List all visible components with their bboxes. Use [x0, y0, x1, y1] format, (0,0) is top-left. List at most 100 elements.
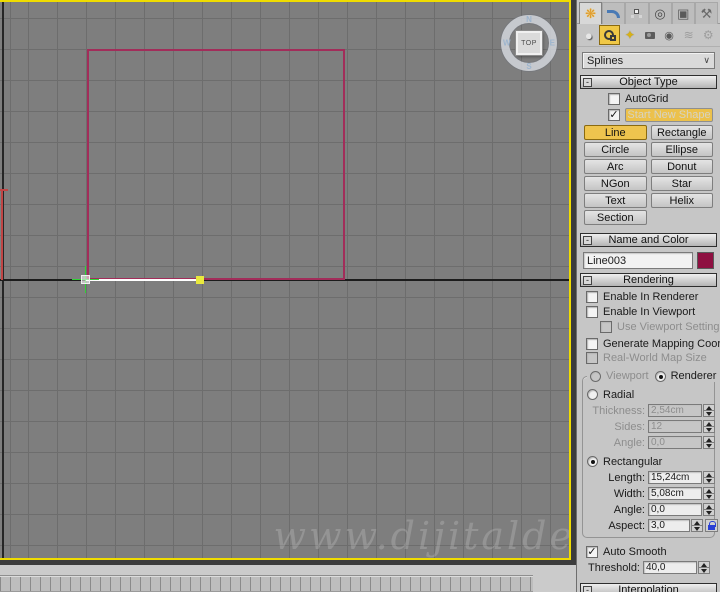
radial-label: Radial — [603, 388, 635, 401]
mode-radios: Viewport Renderer — [587, 370, 720, 382]
aspect-field[interactable]: 3,0 — [648, 519, 690, 532]
thickness-spinner[interactable] — [703, 404, 715, 417]
top-viewport[interactable]: N S W E TOP www.dijitalde — [0, 0, 571, 560]
start-new-shape-button[interactable]: Start New Shape — [625, 108, 713, 122]
viewport-radio[interactable]: Viewport — [587, 370, 652, 382]
rect-angle-field[interactable]: 0,0 — [648, 503, 702, 516]
use-viewport-settings-checkbox[interactable] — [600, 320, 612, 333]
compass-west[interactable]: W — [503, 39, 511, 48]
collapse-icon[interactable]: - — [583, 236, 592, 245]
track-bar[interactable] — [0, 575, 533, 592]
length-spinner[interactable] — [703, 471, 715, 484]
command-panel: ❋ ◎ ▣ ⚒ ● ✦ ◉ ≋ ⚙ Splines ∨ - Object Typ… — [576, 0, 720, 592]
rect-angle-spinner[interactable] — [703, 503, 715, 516]
width-spinner[interactable] — [703, 487, 715, 500]
object-name-field[interactable]: Line003 — [583, 252, 693, 269]
object-color-swatch[interactable] — [697, 252, 714, 269]
tab-modify[interactable] — [602, 2, 626, 24]
viewcube-top-face[interactable]: TOP — [515, 30, 543, 56]
renderer-radio-icon[interactable] — [654, 370, 666, 382]
width-field[interactable]: 5,08cm — [648, 487, 702, 500]
category-space-warps[interactable]: ≋ — [679, 25, 699, 45]
autogrid-checkbox[interactable] — [608, 92, 620, 105]
sides-spinner[interactable] — [703, 420, 715, 433]
circle-button[interactable]: Circle — [582, 142, 649, 157]
compass-north[interactable]: N — [526, 15, 532, 24]
width-row: Width: 5,08cm — [585, 487, 715, 500]
threshold-spinner[interactable] — [698, 561, 710, 574]
collapse-icon[interactable]: - — [583, 78, 592, 87]
object-type-rollout: - Object Type AutoGrid ✓ Start New Shape… — [580, 75, 717, 231]
name-color-title: Name and Color — [608, 234, 689, 246]
ngon-button[interactable]: NGon — [582, 176, 649, 191]
category-lights[interactable]: ✦ — [620, 25, 640, 45]
category-systems[interactable]: ⚙ — [698, 25, 718, 45]
category-helpers[interactable]: ◉ — [659, 25, 679, 45]
arc-button[interactable]: Arc — [582, 159, 649, 174]
generate-mapping-coords-checkbox[interactable] — [586, 337, 598, 350]
tab-utilities[interactable]: ⚒ — [694, 2, 719, 24]
text-button[interactable]: Text — [582, 193, 649, 208]
helix-button[interactable]: Helix — [649, 193, 716, 208]
rectangle-spline[interactable] — [87, 49, 345, 280]
enable-in-renderer-label: Enable In Renderer — [603, 290, 699, 303]
viewcube-compass[interactable]: N S W E TOP — [501, 15, 557, 71]
radial-angle-label: Angle: — [613, 436, 645, 449]
name-color-header[interactable]: - Name and Color — [580, 233, 717, 247]
subcategory-dropdown[interactable]: Splines ∨ — [582, 52, 715, 69]
category-shapes[interactable] — [598, 25, 621, 45]
interpolation-title: Interpolation — [618, 584, 679, 592]
object-type-header[interactable]: - Object Type — [580, 75, 717, 89]
compass-east[interactable]: E — [550, 39, 555, 48]
collapse-icon[interactable]: - — [583, 586, 592, 592]
sides-field[interactable]: 12 — [648, 420, 702, 433]
length-field[interactable]: 15,24cm — [648, 471, 702, 484]
tab-motion[interactable]: ◎ — [648, 2, 672, 24]
rectangle-button[interactable]: Rectangle — [649, 125, 716, 140]
radial-angle-spinner[interactable] — [703, 436, 715, 449]
aspect-spinner[interactable] — [691, 519, 703, 532]
thickness-field[interactable]: 2,54cm — [648, 404, 702, 417]
line-start-vertex[interactable] — [81, 275, 90, 284]
rect-angle-label: Angle: — [613, 503, 645, 516]
tab-hierarchy[interactable] — [625, 2, 649, 24]
collapse-icon[interactable]: - — [583, 276, 592, 285]
renderer-radio[interactable]: Renderer — [651, 370, 720, 382]
object-type-title: Object Type — [619, 76, 678, 88]
name-color-row: Line003 — [583, 252, 714, 269]
star-button[interactable]: Star — [649, 176, 716, 191]
real-world-map-size-row: Real-World Map Size — [586, 351, 717, 364]
compass-south[interactable]: S — [526, 62, 531, 71]
donut-button[interactable]: Donut — [649, 159, 716, 174]
dropdown-value: Splines — [587, 54, 624, 67]
space-warps-icon: ≋ — [683, 28, 694, 42]
tab-display[interactable]: ▣ — [671, 2, 695, 24]
real-world-map-size-checkbox[interactable] — [586, 351, 598, 364]
enable-in-viewport-checkbox[interactable] — [586, 305, 598, 318]
tab-create[interactable]: ❋ — [579, 2, 603, 24]
line-button[interactable]: Line — [582, 125, 649, 140]
enable-in-renderer-checkbox[interactable] — [586, 290, 598, 303]
rectangular-label: Rectangular — [603, 455, 663, 468]
line-end-vertex[interactable] — [196, 276, 204, 284]
view-label: TOP — [521, 39, 537, 47]
threshold-field[interactable]: 40,0 — [643, 561, 697, 574]
use-viewport-settings-label: Use Viewport Settings — [617, 320, 720, 333]
viewport-radio-icon[interactable] — [590, 370, 601, 382]
radial-angle-field[interactable]: 0,0 — [648, 436, 702, 449]
modify-icon — [607, 9, 621, 18]
ellipse-button[interactable]: Ellipse — [649, 142, 716, 157]
category-geometry[interactable]: ● — [579, 25, 599, 45]
auto-smooth-checkbox[interactable]: ✓ — [586, 545, 598, 558]
line-spline-segment[interactable] — [85, 279, 199, 281]
section-button[interactable]: Section — [582, 210, 649, 225]
thickness-row: Thickness: 2,54cm — [585, 404, 715, 417]
rendering-header[interactable]: - Rendering — [580, 273, 717, 287]
category-cameras[interactable] — [640, 25, 660, 45]
aspect-lock-icon[interactable] — [705, 519, 718, 532]
interpolation-header[interactable]: - Interpolation — [580, 583, 717, 592]
rectangular-radio-icon[interactable] — [587, 456, 598, 467]
start-new-shape-checkbox[interactable]: ✓ — [608, 109, 620, 121]
radial-radio-icon[interactable] — [587, 389, 598, 400]
partial-shape-edge — [1, 190, 3, 280]
